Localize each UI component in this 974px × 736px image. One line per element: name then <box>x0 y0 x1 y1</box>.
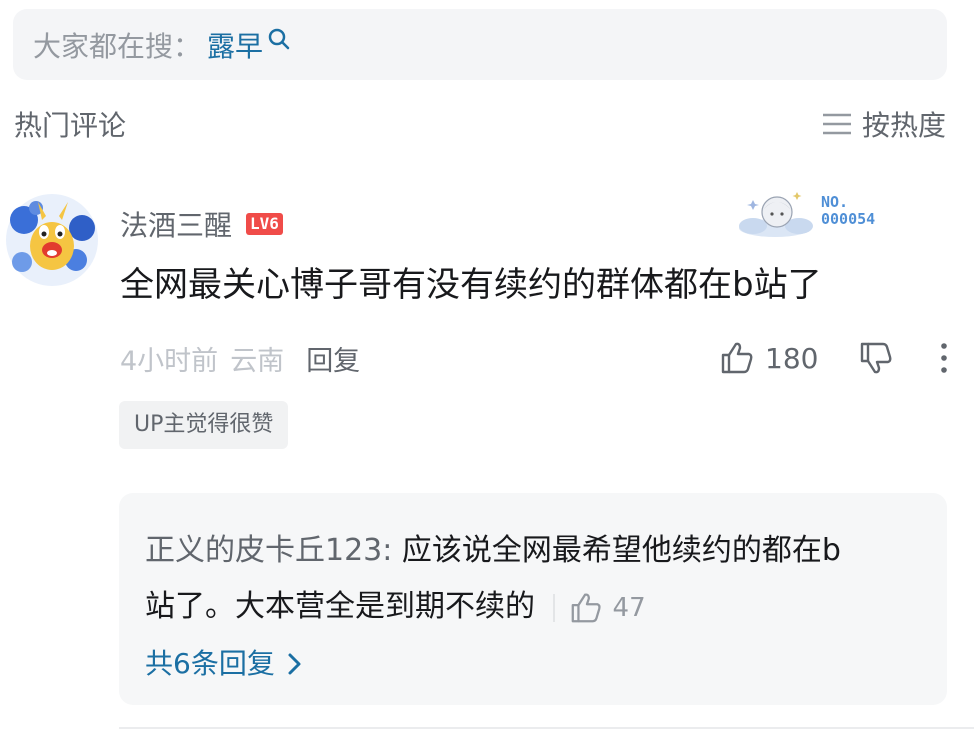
comment-time: 4小时前 <box>120 345 219 377</box>
sort-lines-icon <box>822 113 851 135</box>
reply-line-1: 正义的皮卡丘123: 应该说全网最希望他续约的都在b <box>145 523 921 579</box>
bottom-divider <box>119 727 974 729</box>
up-liked-tag: UP主觉得很赞 <box>119 401 289 449</box>
level-badge: LV6 <box>246 213 283 235</box>
like-count: 180 <box>765 341 819 375</box>
search-prefix: 大家都在搜： <box>33 29 202 63</box>
reply-like-count: 47 <box>612 592 646 623</box>
search-icon[interactable] <box>267 27 291 51</box>
comment-location: 云南 <box>230 345 285 377</box>
search-bar[interactable]: 大家都在搜： 露早 <box>13 9 947 80</box>
reply-line-2: 站了。大本营全是到期不续的 47 <box>145 579 921 636</box>
reply-like-divider <box>552 593 555 622</box>
sort-by-hot-button[interactable]: 按热度 <box>822 104 946 144</box>
reply-text-line-2: 站了。大本营全是到期不续的 <box>145 589 535 624</box>
comment-text: 全网最关心博子哥有没有续约的群体都在b站了 <box>120 265 822 305</box>
reply-preview-box[interactable]: 正义的皮卡丘123: 应该说全网最希望他续约的都在b 站了。大本营全是到期不续的… <box>119 493 947 705</box>
reply-username[interactable]: 正义的皮卡丘123: <box>145 533 392 568</box>
avatar[interactable] <box>2 190 102 290</box>
reply-thumbs-up-icon[interactable] <box>569 591 603 625</box>
more-options-icon[interactable] <box>938 341 950 375</box>
thumbs-up-icon[interactable] <box>719 340 755 376</box>
comment-meta: 4小时前 云南 回复 <box>120 338 360 378</box>
comment-username[interactable]: 法酒三醒 <box>120 204 232 244</box>
sort-label: 按热度 <box>861 109 946 142</box>
view-all-replies-link[interactable]: 共6条回复 <box>145 636 303 692</box>
comment-actions: 180 <box>719 336 950 380</box>
comments-header: 热门评论 按热度 <box>14 104 946 144</box>
comment-header: 法酒三醒 LV6 <box>120 204 283 244</box>
chevron-right-icon <box>288 653 301 674</box>
thumbs-down-icon[interactable] <box>858 340 894 376</box>
search-keyword[interactable]: 露早 <box>207 25 263 65</box>
fan-badge[interactable]: NO. 000054 <box>733 182 923 242</box>
reply-button[interactable]: 回复 <box>306 339 360 378</box>
fan-badge-character-icon <box>739 192 813 237</box>
reply-text-line-1: 应该说全网最希望他续约的都在b <box>401 533 841 568</box>
hot-comments-title: 热门评论 <box>14 109 127 142</box>
reply-like[interactable]: 47 <box>552 580 646 636</box>
more-replies-label: 共6条回复 <box>145 646 275 680</box>
fan-badge-number: NO. 000054 <box>821 193 876 228</box>
